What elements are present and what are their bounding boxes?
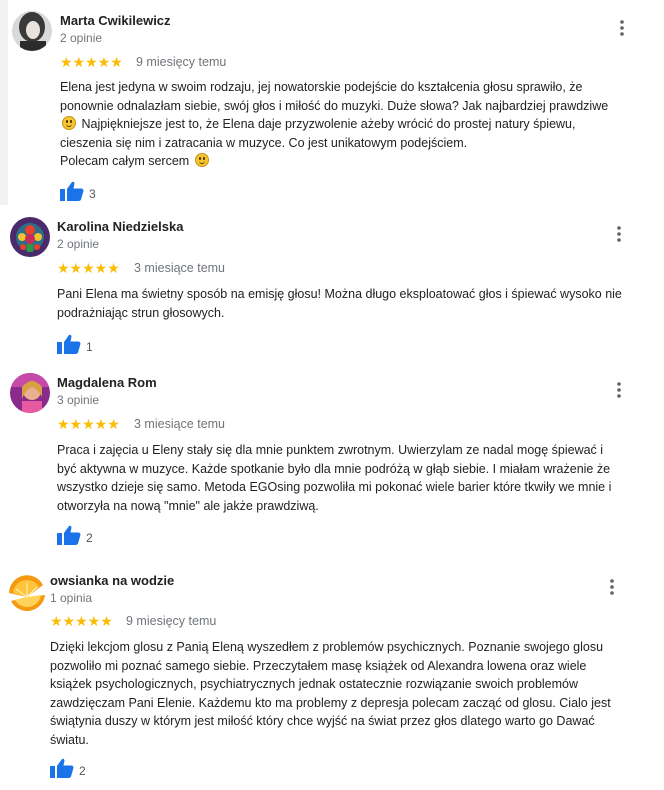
review-text: Praca i zajęcia u Eleny stały się dla mn… (57, 441, 662, 515)
review-text-line: być aktywna w muzyce. Każde spotkanie by… (57, 461, 611, 476)
review-text: Elena jest jedyna w swoim rodzaju, jej n… (60, 78, 660, 171)
like-count: 1 (86, 339, 93, 354)
smiley-emoji-icon (194, 153, 209, 167)
rating-stars: ★★★★★ (60, 54, 123, 70)
more-vert-icon[interactable] (609, 380, 629, 400)
review-text: Pani Elena ma świetny sposób na emisję g… (57, 285, 662, 322)
rating-stars: ★★★★★ (50, 613, 113, 629)
like-button[interactable]: 1 (57, 334, 93, 359)
smiley-emoji-icon (62, 116, 76, 130)
more-vert-icon[interactable] (602, 577, 622, 597)
reviewer-review-count: 2 opinie (57, 237, 100, 251)
more-vert-icon[interactable] (612, 18, 632, 38)
review-text-line: Polecam całym sercem (60, 154, 193, 168)
reviewer-review-count: 2 opinie (60, 31, 103, 45)
reviewer-avatar[interactable] (12, 11, 52, 51)
rating-stars: ★★★★★ (57, 260, 120, 276)
reviewer-avatar[interactable] (10, 217, 50, 257)
review-text-line: Elena jest jedyna w swoim rodzaju, jej n… (60, 80, 583, 94)
thumb-up-icon (50, 758, 74, 783)
review-age: 9 miesięcy temu (126, 614, 217, 628)
review-text-line: Najpiękniejsze jest to, że Elena daje pr… (78, 117, 576, 131)
reviewer-review-count: 3 opinie (57, 393, 100, 407)
reviewer-review-count: 1 opinia (50, 591, 93, 605)
reviewer-name[interactable]: Karolina Niedzielska (57, 219, 183, 234)
review-text-line: światu. (50, 732, 89, 747)
thumb-up-icon (57, 525, 81, 550)
like-button[interactable]: 2 (57, 525, 93, 550)
reviewer-name[interactable]: owsianka na wodzie (50, 573, 174, 588)
review-text-line: zawdzięczam Pani Elenie. Każdemu kto ma … (50, 695, 611, 710)
review-text-line: otworzyła na nową "mnie" ale jakże prawd… (57, 498, 319, 513)
review-text-line: ponownie odnalazłam siebie, swój głos i … (60, 98, 609, 113)
reviewer-avatar[interactable] (7, 573, 47, 613)
like-button[interactable]: 2 (50, 758, 86, 783)
more-vert-icon[interactable] (609, 224, 629, 244)
like-count: 2 (86, 530, 93, 545)
thumb-up-icon (57, 334, 81, 359)
review-text-line: pozwoliło mi poznać samego siebie. Przec… (50, 658, 587, 673)
review-age: 9 miesięcy temu (136, 55, 227, 69)
review-text-line: podrażniając strun głosowych. (57, 305, 225, 320)
review-text-line: Dzięki lekcjom glosu z Panią Eleną wysze… (50, 640, 604, 654)
reviewer-name[interactable]: Magdalena Rom (57, 375, 157, 390)
review-text-line: Pani Elena ma świetny sposób na emisję g… (57, 287, 622, 301)
review-text-line: wszystko dzieje się samo. Metoda EGOsing… (57, 480, 612, 494)
like-count: 3 (89, 186, 96, 201)
reviewer-avatar[interactable] (10, 373, 50, 413)
review-text-line: książek psychologicznych, psychiatryczny… (50, 677, 579, 691)
review-text-line: cieszenia się nim i zatracania w muzyce.… (60, 135, 468, 150)
review-age: 3 miesiące temu (134, 261, 226, 275)
like-count: 2 (79, 763, 86, 778)
review-text-line: świątynia duszy w którym jest miłość któ… (50, 714, 595, 728)
reviewer-name[interactable]: Marta Cwikilewicz (60, 13, 171, 28)
rating-stars: ★★★★★ (57, 416, 120, 432)
review-text: Dzięki lekcjom glosu z Panią Eleną wysze… (50, 638, 655, 749)
review-highlight-bar (0, 0, 8, 205)
review-text-line: Praca i zajęcia u Eleny stały się dla mn… (57, 443, 604, 457)
thumb-up-icon (60, 181, 84, 206)
review-age: 3 miesiące temu (134, 417, 226, 431)
like-button[interactable]: 3 (60, 181, 96, 206)
